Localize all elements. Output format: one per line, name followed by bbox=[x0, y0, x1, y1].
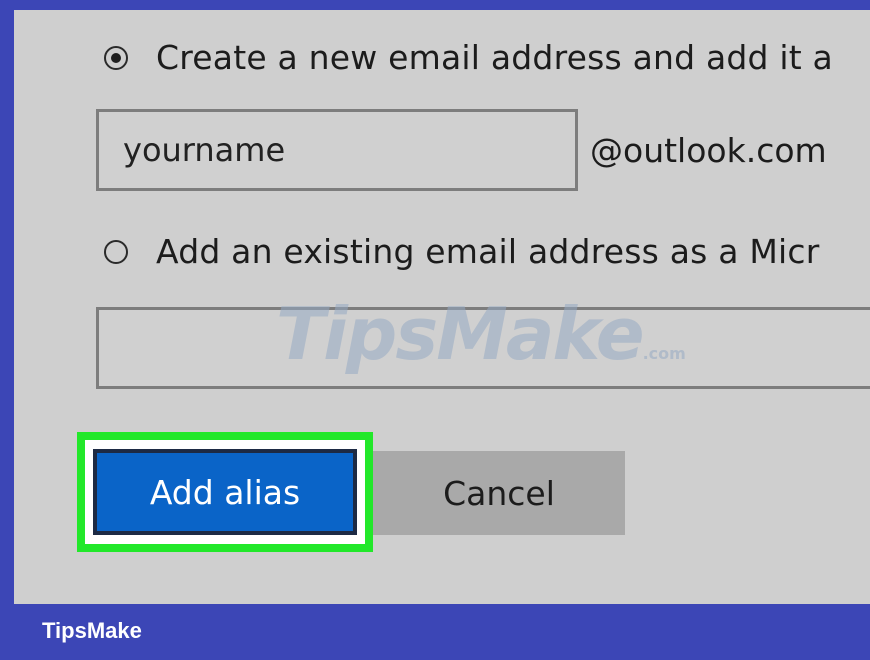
option-create-new[interactable]: Create a new email address and add it a bbox=[104, 38, 833, 77]
add-alias-button[interactable]: Add alias bbox=[93, 449, 357, 535]
frame-border-left bbox=[0, 0, 14, 604]
radio-create-new[interactable] bbox=[104, 45, 128, 70]
option-add-existing-label: Add an existing email address as a Micr bbox=[156, 232, 820, 271]
footer-brand-logo: TipsMake bbox=[42, 618, 142, 643]
footer-bar: TipsMake bbox=[0, 604, 870, 660]
cancel-button[interactable]: Cancel bbox=[373, 451, 625, 535]
watermark-text: TipsMake bbox=[276, 292, 645, 376]
option-add-existing[interactable]: Add an existing email address as a Micr bbox=[104, 232, 819, 271]
watermark-logo: TipsMake.com bbox=[276, 292, 686, 376]
username-input[interactable]: yourname bbox=[96, 109, 578, 191]
option-create-new-label: Create a new email address and add it a bbox=[156, 38, 833, 77]
domain-suffix-label: @outlook.com bbox=[590, 131, 827, 170]
frame-border-top bbox=[0, 0, 870, 10]
watermark-suffix: .com bbox=[642, 344, 686, 363]
screenshot-frame: Create a new email address and add it a … bbox=[0, 0, 870, 660]
radio-add-existing[interactable] bbox=[104, 239, 128, 264]
